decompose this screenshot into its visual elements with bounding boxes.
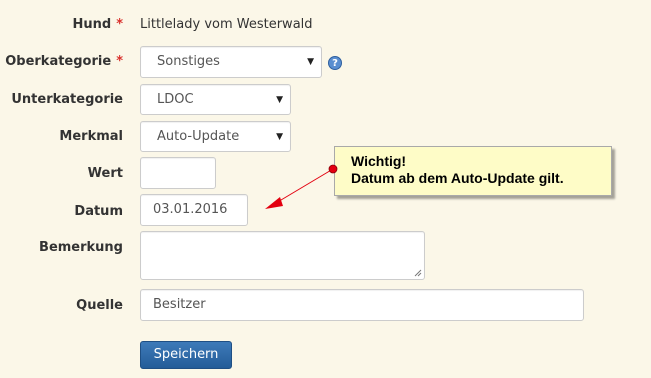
required-asterisk: *	[116, 54, 123, 69]
chevron-down-icon: ▼	[276, 132, 283, 142]
datum-label: Datum	[74, 204, 123, 219]
save-button[interactable]: Speichern	[140, 341, 232, 369]
quelle-input[interactable]: Besitzer	[140, 289, 584, 321]
question-icon[interactable]: ?	[328, 56, 342, 70]
oberkategorie-select[interactable]: Sonstiges ▼	[140, 46, 322, 78]
callout-title: Wichtig!	[351, 153, 407, 169]
annotation-callout: Wichtig! Datum ab dem Auto-Update gilt.	[334, 146, 612, 196]
resize-handle-icon[interactable]	[414, 269, 422, 277]
required-asterisk: *	[116, 17, 123, 32]
bemerkung-label: Bemerkung	[39, 240, 123, 255]
datum-input[interactable]: 03.01.2016	[140, 194, 248, 226]
oberkategorie-label: Oberkategorie *	[5, 54, 123, 69]
bemerkung-textarea[interactable]	[140, 231, 425, 280]
unterkategorie-selected-value: LDOC	[157, 92, 194, 107]
unterkategorie-select[interactable]: LDOC ▼	[140, 84, 291, 115]
wert-input[interactable]	[140, 157, 216, 189]
merkmal-selected-value: Auto-Update	[157, 129, 240, 144]
oberkategorie-selected-value: Sonstiges	[157, 54, 220, 69]
wert-label: Wert	[87, 166, 123, 181]
chevron-down-icon: ▼	[307, 57, 314, 67]
arrow-head-icon	[265, 197, 283, 209]
hund-label: Hund *	[72, 17, 123, 32]
merkmal-label: Merkmal	[59, 129, 123, 144]
unterkategorie-label: Unterkategorie	[11, 92, 123, 107]
hund-value: Littlelady vom Westerwald	[140, 17, 313, 32]
merkmal-select[interactable]: Auto-Update ▼	[140, 121, 291, 152]
arrow-line	[275, 168, 334, 204]
chevron-down-icon: ▼	[276, 95, 283, 105]
callout-text: Datum ab dem Auto-Update gilt.	[351, 170, 564, 186]
quelle-label: Quelle	[76, 298, 123, 313]
